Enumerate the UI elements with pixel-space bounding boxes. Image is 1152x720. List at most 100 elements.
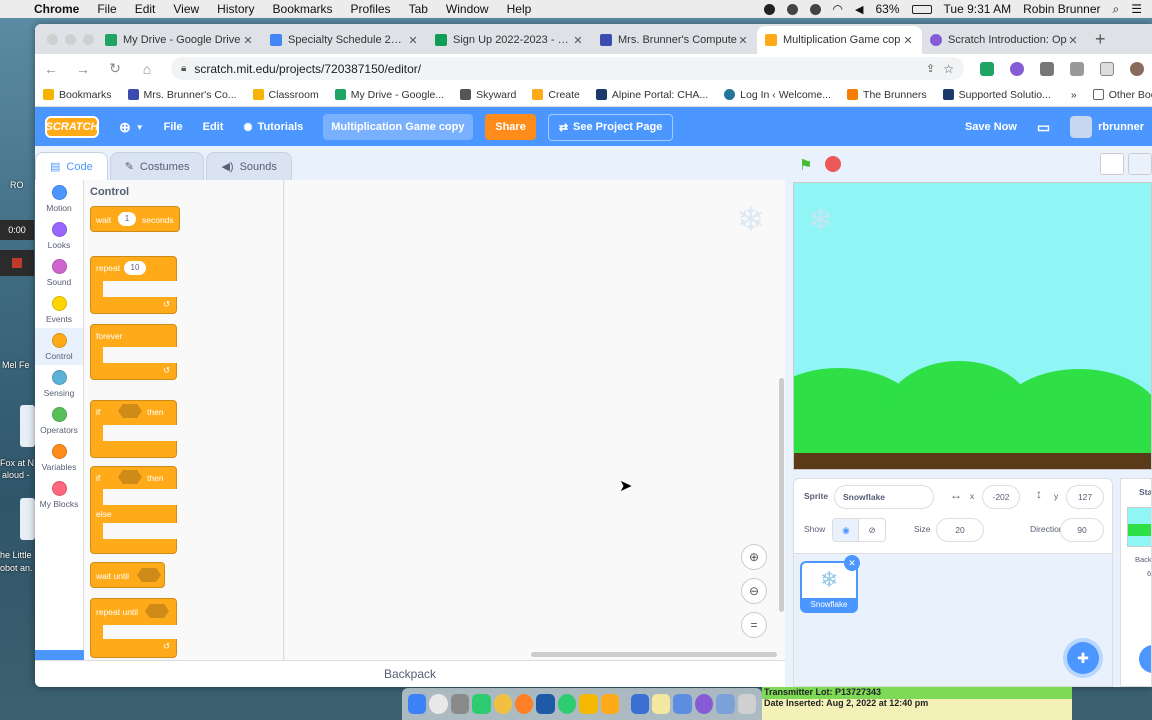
my-stuff-folder-icon[interactable]: ▭ — [1037, 119, 1050, 136]
menu-profiles[interactable]: Profiles — [351, 2, 391, 16]
spotlight-search-icon[interactable]: ⌕ — [1113, 2, 1120, 17]
see-project-page-button[interactable]: ⇄ See Project Page — [547, 113, 674, 141]
close-icon[interactable]: ✕ — [242, 34, 254, 47]
wait-seconds-block[interactable]: wait 1 seconds — [90, 206, 180, 232]
firefox-icon[interactable] — [515, 694, 534, 714]
category-events[interactable]: Events — [35, 291, 83, 328]
workspace-horizontal-scrollbar[interactable] — [531, 652, 777, 657]
project-title-input[interactable]: Multiplication Game copy — [323, 114, 474, 140]
share-icon[interactable]: ⇪ — [926, 62, 935, 75]
desktop-file-icon[interactable] — [20, 498, 35, 540]
if-then-else-block[interactable]: if then else — [90, 466, 178, 554]
if-then-block[interactable]: if then — [90, 400, 178, 458]
stage-thumbnail[interactable] — [1127, 507, 1151, 547]
account-menu[interactable]: rbrunner — [1070, 116, 1144, 138]
bluetooth-icon[interactable] — [809, 3, 821, 15]
profile-avatar[interactable] — [1130, 61, 1144, 76]
close-icon[interactable]: ✕ — [1067, 34, 1079, 47]
bookmark-item[interactable]: Supported Solutio... — [942, 89, 1051, 101]
finder-icon[interactable] — [408, 694, 427, 714]
lock-icon[interactable]: 🔒︎ — [181, 63, 186, 74]
hide-eye-icon[interactable]: ⊘ — [858, 518, 886, 542]
reload-icon[interactable]: ↻ — [107, 60, 123, 77]
show-eye-icon[interactable]: ◉ — [832, 518, 860, 542]
bookmark-item[interactable]: My Drive - Google... — [334, 89, 444, 101]
gear-extension-icon[interactable] — [1010, 61, 1024, 76]
snowflake-sprite-icon[interactable]: ❄ — [808, 203, 833, 238]
browser-tab[interactable]: Scratch Introduction: Op ✕ — [922, 26, 1087, 54]
zoom-in-icon[interactable]: ⊕ — [741, 544, 767, 570]
x-input[interactable]: -202 — [982, 485, 1020, 509]
menu-edit[interactable]: Edit — [135, 2, 156, 16]
app-icon[interactable] — [673, 694, 692, 714]
scratch-app-icon[interactable] — [600, 694, 620, 714]
zoom-reset-icon[interactable]: = — [741, 612, 767, 638]
forever-block[interactable]: forever ↺ — [90, 324, 178, 380]
close-icon[interactable]: ✕ — [737, 34, 749, 47]
record-status-icon[interactable] — [786, 3, 798, 15]
code-workspace[interactable]: ❄ ⊕ ⊖ = ➤ — [285, 180, 785, 660]
status-icon[interactable] — [763, 3, 775, 15]
clock[interactable]: Tue 9:31 AM — [944, 2, 1012, 16]
bookmark-item[interactable]: Create — [532, 89, 580, 101]
category-looks[interactable]: Looks — [35, 217, 83, 254]
grid-extension-icon[interactable] — [1040, 61, 1054, 76]
photos-icon[interactable] — [493, 694, 513, 714]
share-button[interactable]: Share — [485, 114, 536, 140]
minimize-window-button[interactable] — [65, 34, 76, 45]
menu-bookmarks[interactable]: Bookmarks — [273, 2, 333, 16]
workspace-vertical-scrollbar[interactable] — [779, 378, 784, 612]
forward-arrow-icon[interactable]: → — [75, 61, 91, 77]
menu-tab[interactable]: Tab — [409, 2, 428, 16]
language-globe-icon[interactable]: ⊕ ▼ — [119, 119, 144, 136]
user-name[interactable]: Robin Brunner — [1023, 2, 1100, 16]
category-variables[interactable]: Variables — [35, 439, 83, 476]
category-control[interactable]: Control — [35, 328, 83, 365]
menu-app-name[interactable]: Chrome — [34, 2, 79, 16]
tab-sounds[interactable]: ◀) Sounds — [206, 152, 292, 180]
other-bookmarks[interactable]: Other Bookm — [1092, 89, 1152, 101]
repeat-until-block[interactable]: repeat until ↺ — [90, 598, 178, 658]
home-icon[interactable]: ⌂ — [139, 61, 155, 77]
stage-selector-panel[interactable]: Stag Backd 6 — [1120, 478, 1152, 687]
repeat-block[interactable]: repeat 10 ↺ — [90, 256, 178, 314]
trash-icon[interactable] — [737, 694, 757, 714]
bookmark-item[interactable]: Bookmarks — [43, 89, 112, 101]
category-sound[interactable]: Sound — [35, 254, 83, 291]
bookmarks-overflow-icon[interactable]: » — [1071, 89, 1077, 101]
control-center-icon[interactable]: ☰ — [1131, 2, 1142, 16]
tab-code[interactable]: ▤ Code — [35, 152, 108, 180]
chrome-icon[interactable] — [429, 694, 448, 714]
close-icon[interactable]: ✕ — [572, 34, 584, 47]
desktop-file-icon[interactable] — [20, 405, 35, 447]
file-menu[interactable]: File — [164, 121, 183, 133]
browser-tab[interactable]: Sign Up 2022-2023 - Go ✕ — [427, 26, 592, 54]
green-flag-icon[interactable]: ⚑ — [799, 156, 815, 174]
bookmark-item[interactable]: The Brunners — [847, 89, 927, 101]
messages-icon[interactable] — [472, 694, 491, 714]
stop-icon[interactable] — [825, 156, 841, 172]
condition-slot[interactable] — [118, 404, 142, 418]
close-icon[interactable]: ✕ — [902, 34, 914, 47]
sidebar-icon[interactable] — [1100, 61, 1114, 76]
battery-icon[interactable] — [911, 4, 932, 14]
battery-percent[interactable]: 63% — [875, 2, 899, 16]
volume-icon[interactable]: ◀ — [855, 3, 863, 16]
puzzle-extensions-icon[interactable] — [1070, 61, 1084, 76]
wifi-icon[interactable]: ◠ — [833, 2, 843, 16]
repeat-value-input[interactable]: 10 — [124, 261, 146, 275]
category-my-blocks[interactable]: My Blocks — [35, 476, 83, 513]
delete-sprite-icon[interactable]: ✕ — [844, 555, 860, 571]
app-icon[interactable] — [557, 694, 577, 714]
add-backdrop-button[interactable] — [1139, 645, 1151, 673]
condition-slot[interactable] — [137, 568, 161, 582]
y-input[interactable]: 127 — [1066, 485, 1104, 509]
direction-input[interactable]: 90 — [1060, 518, 1104, 542]
browser-tab[interactable]: Mrs. Brunner's Compute ✕ — [592, 26, 757, 54]
notes-icon[interactable] — [651, 694, 671, 714]
scratch-logo[interactable]: SCRATCH — [45, 116, 99, 138]
google-drive-extension-icon[interactable] — [980, 61, 994, 76]
menu-history[interactable]: History — [217, 2, 254, 16]
menu-view[interactable]: View — [173, 2, 199, 16]
recording-stop-button[interactable] — [0, 250, 34, 276]
